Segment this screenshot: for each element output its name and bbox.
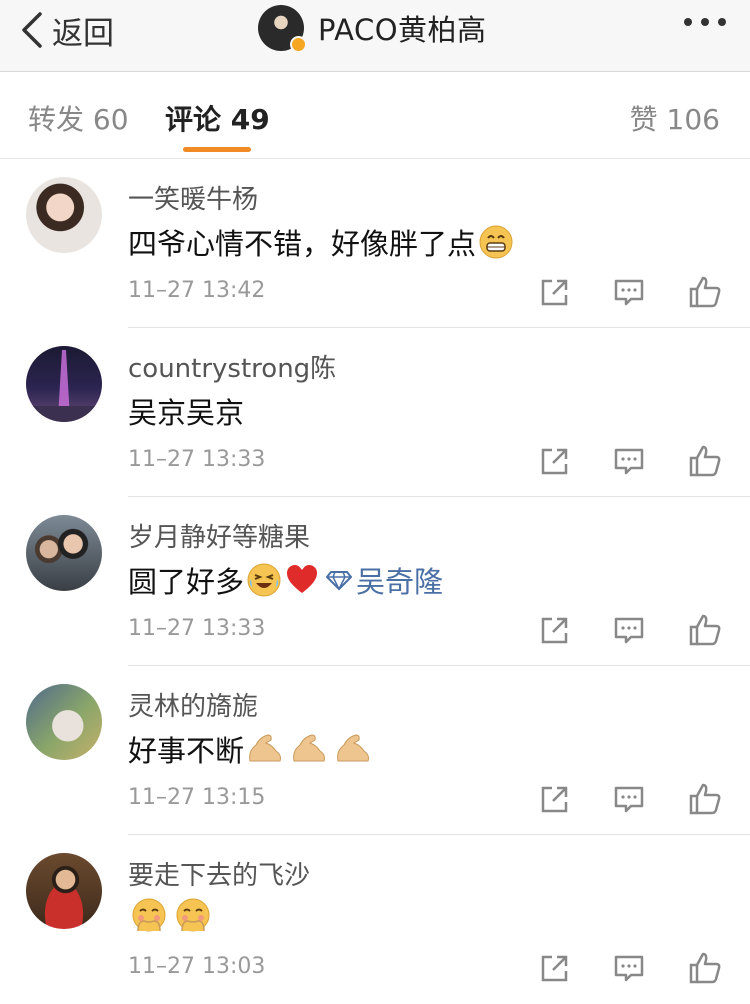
comment-text: 圆了好多 吴奇隆 bbox=[128, 559, 443, 601]
share-icon[interactable] bbox=[538, 444, 572, 478]
reply-icon[interactable] bbox=[612, 782, 646, 816]
top-nav-bar: 返回 PACO黄柏高 bbox=[0, 0, 750, 72]
active-tab-indicator bbox=[183, 147, 251, 152]
comment-item: 岁月静好等糖果 圆了好多 吴奇隆 11–27 13:33 bbox=[0, 497, 750, 666]
avatar[interactable] bbox=[26, 684, 102, 760]
like-thumb-icon[interactable] bbox=[688, 951, 722, 985]
like-thumb-icon[interactable] bbox=[688, 782, 722, 816]
reply-icon[interactable] bbox=[612, 444, 646, 478]
share-icon[interactable] bbox=[538, 275, 572, 309]
heart-emoji-icon bbox=[287, 565, 318, 593]
comment-username[interactable]: 一笑暖牛杨 bbox=[128, 179, 258, 216]
muscle-emoji-icon bbox=[293, 734, 326, 762]
verified-badge-icon bbox=[290, 36, 307, 53]
mention-link[interactable]: 吴奇隆 bbox=[320, 559, 443, 601]
more-dots-icon[interactable] bbox=[684, 18, 726, 26]
back-button[interactable]: 返回 bbox=[18, 10, 114, 52]
reply-icon[interactable] bbox=[612, 613, 646, 647]
comment-text: 好事不断 bbox=[128, 728, 372, 770]
like-thumb-icon[interactable] bbox=[688, 444, 722, 478]
comment-text: 吴京吴京 bbox=[128, 390, 244, 432]
comment-item: 要走下去的飞沙 11–27 13:03 bbox=[0, 835, 750, 1004]
comment-text: 四爷心情不错，好像胖了点 bbox=[128, 221, 514, 263]
comment-time: 11–27 13:15 bbox=[128, 785, 266, 810]
tab-comments[interactable]: 评论 49 bbox=[165, 98, 270, 138]
tab-bar: 转发 60 评论 49 赞 106 bbox=[0, 72, 750, 159]
comment-username[interactable]: 要走下去的飞沙 bbox=[128, 855, 310, 892]
nav-author[interactable]: PACO黄柏高 bbox=[258, 5, 487, 53]
blush-emoji-icon bbox=[132, 898, 166, 932]
reply-icon[interactable] bbox=[612, 275, 646, 309]
author-avatar[interactable] bbox=[258, 5, 307, 53]
comment-text-body: 圆了好多 bbox=[128, 565, 245, 599]
muscle-emoji-icon bbox=[337, 734, 370, 762]
tower-image bbox=[26, 350, 102, 422]
share-icon[interactable] bbox=[538, 613, 572, 647]
like-thumb-icon[interactable] bbox=[688, 613, 722, 647]
comment-username[interactable]: 灵林的旖旎 bbox=[128, 686, 258, 723]
comment-time: 11–27 13:42 bbox=[128, 278, 266, 303]
reply-icon[interactable] bbox=[612, 951, 646, 985]
comment-time: 11–27 13:03 bbox=[128, 954, 266, 979]
page-title: PACO黄柏高 bbox=[318, 13, 487, 47]
comment-text bbox=[128, 897, 212, 935]
comment-item: countrystrong陈 吴京吴京 11–27 13:33 bbox=[0, 328, 750, 497]
muscle-emoji-icon bbox=[249, 734, 282, 762]
comment-item: 灵林的旖旎 好事不断 11–27 13:15 bbox=[0, 666, 750, 835]
comment-text-body: 好事不断 bbox=[128, 734, 245, 768]
mention-name: 吴奇隆 bbox=[356, 565, 444, 599]
tab-forward[interactable]: 转发 60 bbox=[28, 98, 129, 138]
comment-time: 11–27 13:33 bbox=[128, 616, 266, 641]
share-icon[interactable] bbox=[538, 951, 572, 985]
comment-username[interactable]: countrystrong陈 bbox=[128, 348, 336, 385]
tab-likes[interactable]: 赞 106 bbox=[630, 98, 720, 138]
comment-text-body: 吴京吴京 bbox=[128, 396, 245, 430]
like-thumb-icon[interactable] bbox=[688, 275, 722, 309]
comment-username[interactable]: 岁月静好等糖果 bbox=[128, 517, 310, 554]
comment-text-body: 四爷心情不错，好像胖了点 bbox=[128, 227, 477, 261]
laugh-cry-emoji-icon bbox=[247, 563, 281, 597]
chevron-left-icon bbox=[22, 12, 42, 48]
comment-time: 11–27 13:33 bbox=[128, 447, 266, 472]
avatar[interactable] bbox=[26, 853, 102, 929]
avatar[interactable] bbox=[26, 177, 102, 253]
share-icon[interactable] bbox=[538, 782, 572, 816]
blush-emoji-icon bbox=[176, 898, 210, 932]
back-label: 返回 bbox=[52, 15, 114, 52]
diamond-icon bbox=[326, 571, 353, 591]
avatar[interactable] bbox=[26, 515, 102, 591]
grin-emoji-icon bbox=[479, 225, 513, 259]
avatar[interactable] bbox=[26, 346, 102, 422]
comment-item: 一笑暖牛杨 四爷心情不错，好像胖了点 11–27 13:42 bbox=[0, 159, 750, 328]
